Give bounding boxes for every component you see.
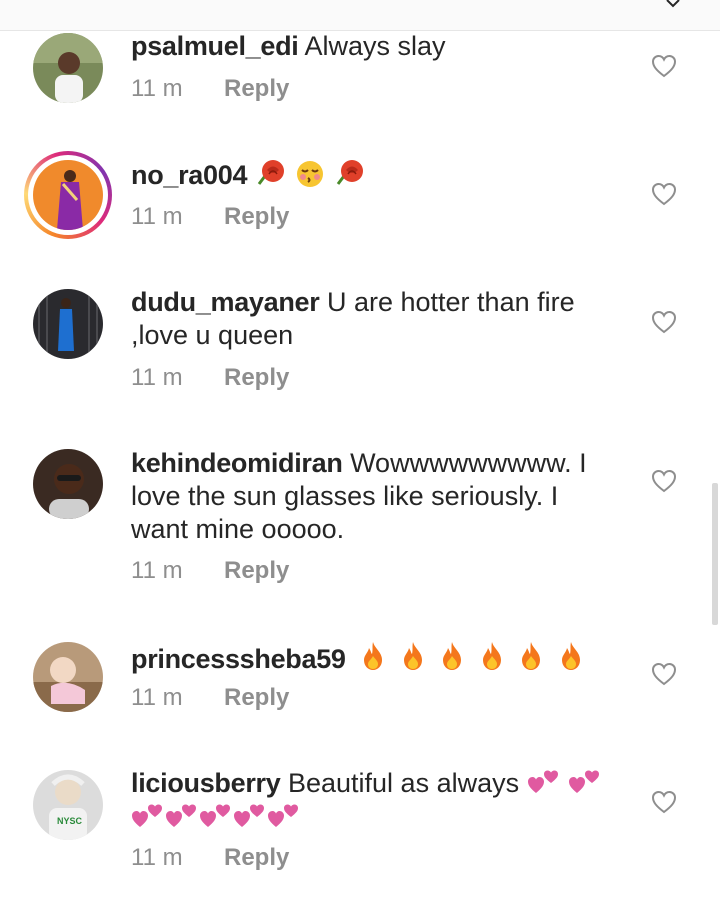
- avatar[interactable]: NYSC: [33, 770, 103, 840]
- heart-outline-icon[interactable]: [651, 662, 677, 686]
- comment-time: 11 m: [131, 75, 183, 102]
- rose-icon: [336, 160, 363, 185]
- kissing-face-icon: [297, 161, 324, 187]
- fire-icon: [403, 642, 422, 670]
- fire-icon: [522, 642, 541, 670]
- two-hearts-icon: [200, 804, 230, 827]
- comment-meta: 11 m Reply: [131, 683, 289, 713]
- reply-button[interactable]: Reply: [224, 844, 289, 871]
- comment-emojis: [255, 160, 366, 190]
- two-hearts-icon: [268, 804, 298, 827]
- two-hearts-icon: [166, 804, 196, 827]
- two-hearts-icon: [569, 770, 600, 793]
- two-hearts-icon: [234, 804, 264, 827]
- heart-outline-icon[interactable]: [651, 469, 677, 493]
- comment-username[interactable]: dudu_mayaner: [131, 287, 320, 317]
- chevron-down-icon[interactable]: [666, 0, 680, 8]
- comment-time: 11 m: [131, 557, 183, 584]
- reply-button[interactable]: Reply: [224, 364, 289, 391]
- comment-username[interactable]: psalmuel_edi: [131, 31, 299, 61]
- comment-time: 11 m: [131, 203, 183, 230]
- reply-button[interactable]: Reply: [224, 75, 289, 102]
- heart-outline-icon[interactable]: [651, 790, 677, 814]
- comment-text: no_ra004: [131, 158, 611, 192]
- comment-username[interactable]: no_ra004: [131, 160, 247, 190]
- comment-username[interactable]: kehindeomidiran: [131, 448, 343, 478]
- comment-text: princesssheba59: [131, 640, 611, 676]
- story-ring[interactable]: [24, 151, 112, 239]
- two-hearts-icon: [527, 770, 558, 793]
- avatar[interactable]: [33, 289, 103, 359]
- avatar: [33, 160, 103, 230]
- comment-time: 11 m: [131, 844, 183, 871]
- comment-meta: 11 m Reply: [131, 363, 289, 393]
- avatar[interactable]: [33, 642, 103, 712]
- svg-text:NYSC: NYSC: [57, 816, 83, 826]
- top-bar: [0, 0, 720, 31]
- fire-icon: [482, 642, 501, 670]
- comment-meta: 11 m Reply: [131, 843, 289, 873]
- fire-icon: [443, 642, 462, 670]
- comment-body: Beautiful as always: [287, 768, 520, 798]
- rose-icon: [257, 160, 284, 185]
- comment-username[interactable]: princesssheba59: [131, 644, 346, 674]
- comment-username[interactable]: liciousberry: [131, 768, 281, 798]
- reply-button[interactable]: Reply: [224, 557, 289, 584]
- comment-emojis: [357, 642, 587, 674]
- two-hearts-icon: [132, 804, 162, 827]
- reply-button[interactable]: Reply: [224, 684, 289, 711]
- comment-time: 11 m: [131, 364, 183, 391]
- comment-time: 11 m: [131, 684, 183, 711]
- avatar[interactable]: [33, 33, 103, 103]
- comment-meta: 11 m Reply: [131, 556, 289, 586]
- comment-text: psalmuel_edi Always slay: [131, 30, 611, 63]
- scrollbar[interactable]: [712, 483, 718, 625]
- heart-outline-icon[interactable]: [651, 54, 677, 78]
- comment-text: kehindeomidiran Wowwwwwwwww. I love the …: [131, 447, 611, 546]
- comment-body: Always slay: [304, 31, 446, 61]
- comment-text: dudu_mayaner U are hotter than fire ,lov…: [131, 286, 611, 352]
- avatar[interactable]: [33, 449, 103, 519]
- comment-text: liciousberry Beautiful as always: [131, 766, 611, 834]
- fire-icon: [561, 642, 580, 670]
- fire-icon: [364, 642, 383, 670]
- heart-outline-icon[interactable]: [651, 182, 677, 206]
- heart-outline-icon[interactable]: [651, 310, 677, 334]
- comment-meta: 11 m Reply: [131, 74, 289, 104]
- comment-meta: 11 m Reply: [131, 202, 289, 232]
- reply-button[interactable]: Reply: [224, 203, 289, 230]
